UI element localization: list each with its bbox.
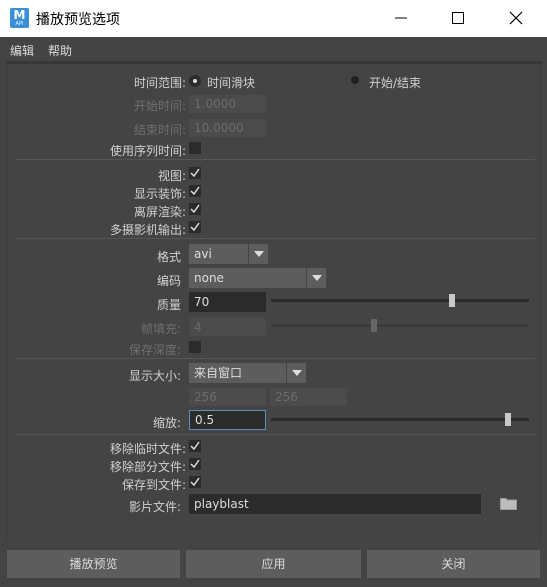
apply-button[interactable]: 应用 — [186, 550, 361, 578]
view-label: 视图: — [157, 169, 186, 183]
start-time-field: 1.0000 — [189, 95, 266, 113]
codec-value: none — [194, 271, 224, 285]
display-size-dropdown[interactable]: 来自窗口 — [189, 363, 306, 383]
remove-temp-files-label: 移除临时文件: — [109, 442, 186, 456]
format-value: avi — [194, 247, 212, 261]
radio-start-end[interactable] — [349, 74, 361, 86]
frame-padding-slider-track — [271, 324, 529, 327]
multicam-output-checkbox[interactable] — [189, 221, 201, 233]
menu-bar: 编辑 帮助 — [0, 37, 547, 61]
app-logo-sub: API — [15, 21, 24, 27]
scale-slider-thumb[interactable] — [505, 413, 512, 426]
start-time-label: 开始时间: — [133, 99, 186, 113]
quality-slider-track[interactable] — [271, 299, 529, 302]
view-checkbox[interactable] — [189, 167, 201, 179]
offscreen-checkbox[interactable] — [189, 203, 201, 215]
maximize-button[interactable] — [435, 0, 481, 37]
separator-3 — [15, 358, 535, 359]
options-panel: 时间范围: 时间滑块 开始/结束 开始时间: 1.0000 结束时间: 10.0… — [6, 61, 542, 540]
display-size-value: 来自窗口 — [194, 366, 243, 380]
format-label: 格式 — [156, 250, 181, 264]
display-size-label: 显示大小: — [128, 369, 181, 383]
minimize-icon — [395, 17, 407, 19]
app-logo-letter: M — [13, 8, 26, 22]
close-button[interactable]: 关闭 — [367, 550, 540, 578]
menu-help[interactable]: 帮助 — [48, 42, 72, 59]
time-range-label: 时间范围: — [133, 76, 186, 90]
checkmark-icon — [190, 186, 200, 196]
playblast-button[interactable]: 播放预览 — [7, 550, 180, 578]
save-to-file-checkbox[interactable] — [189, 476, 201, 488]
quality-field[interactable]: 70 — [189, 292, 266, 312]
separator-2 — [15, 238, 535, 239]
height-field: 256 — [270, 388, 347, 406]
end-time-field: 10.0000 — [189, 119, 266, 137]
show-ornaments-label: 显示装饰: — [133, 187, 186, 201]
end-time-label: 结束时间: — [133, 123, 186, 137]
dialog-footer: 播放预览 应用 关闭 — [0, 540, 547, 587]
frame-padding-slider-thumb — [371, 319, 378, 332]
codec-dropdown[interactable]: none — [189, 268, 326, 288]
separator-4 — [15, 434, 535, 435]
quality-slider-thumb[interactable] — [448, 294, 455, 307]
radio-start-end-label[interactable]: 开始/结束 — [369, 74, 421, 91]
chevron-down-icon — [312, 275, 322, 281]
menu-edit[interactable]: 编辑 — [10, 42, 34, 59]
minimize-button[interactable] — [378, 0, 424, 37]
window-title: 播放预览选项 — [36, 12, 120, 28]
app-logo-icon: M API — [10, 8, 29, 28]
checkmark-icon — [190, 204, 200, 214]
save-depth-label: 保存深度: — [128, 343, 181, 357]
offscreen-label: 离屏渲染: — [133, 205, 186, 219]
movie-file-field[interactable]: playblast — [189, 494, 481, 514]
use-sequence-time-label: 使用序列时间: — [109, 144, 186, 158]
maximize-icon — [452, 12, 464, 24]
format-dropdown[interactable]: avi — [189, 244, 268, 264]
close-icon — [509, 11, 523, 25]
scale-label: 缩放: — [152, 416, 181, 430]
quality-label: 质量 — [156, 298, 181, 312]
remove-temp-files-checkbox[interactable] — [189, 440, 201, 452]
checkmark-icon — [190, 459, 200, 469]
radio-time-slider[interactable] — [189, 75, 201, 87]
remove-partial-files-label: 移除部分文件: — [109, 460, 186, 474]
title-bar: M API 播放预览选项 — [0, 0, 547, 37]
chevron-down-icon — [254, 251, 264, 257]
panel-top-border — [7, 61, 542, 64]
scale-field[interactable]: 0.5 — [189, 410, 266, 430]
scale-slider-track[interactable] — [271, 418, 529, 421]
folder-icon[interactable] — [500, 496, 517, 510]
checkmark-icon — [190, 222, 200, 232]
use-sequence-time-checkbox[interactable] — [189, 142, 201, 154]
show-ornaments-checkbox[interactable] — [189, 185, 201, 197]
width-field: 256 — [189, 388, 266, 406]
frame-padding-label: 帧填充: — [140, 322, 181, 336]
close-window-button[interactable] — [493, 0, 539, 37]
separator-1 — [15, 159, 535, 160]
save-depth-checkbox[interactable] — [189, 341, 201, 353]
movie-file-label: 影片文件: — [128, 500, 181, 514]
radio-time-slider-label[interactable]: 时间滑块 — [207, 74, 255, 91]
codec-label: 编码 — [156, 274, 181, 288]
frame-padding-field: 4 — [189, 318, 266, 336]
multicam-output-label: 多摄影机输出: — [109, 223, 186, 237]
checkmark-icon — [190, 477, 200, 487]
chevron-down-icon — [292, 370, 302, 376]
remove-partial-files-checkbox[interactable] — [189, 458, 201, 470]
checkmark-icon — [190, 441, 200, 451]
save-to-file-label: 保存到文件: — [121, 478, 186, 492]
checkmark-icon — [190, 168, 200, 178]
